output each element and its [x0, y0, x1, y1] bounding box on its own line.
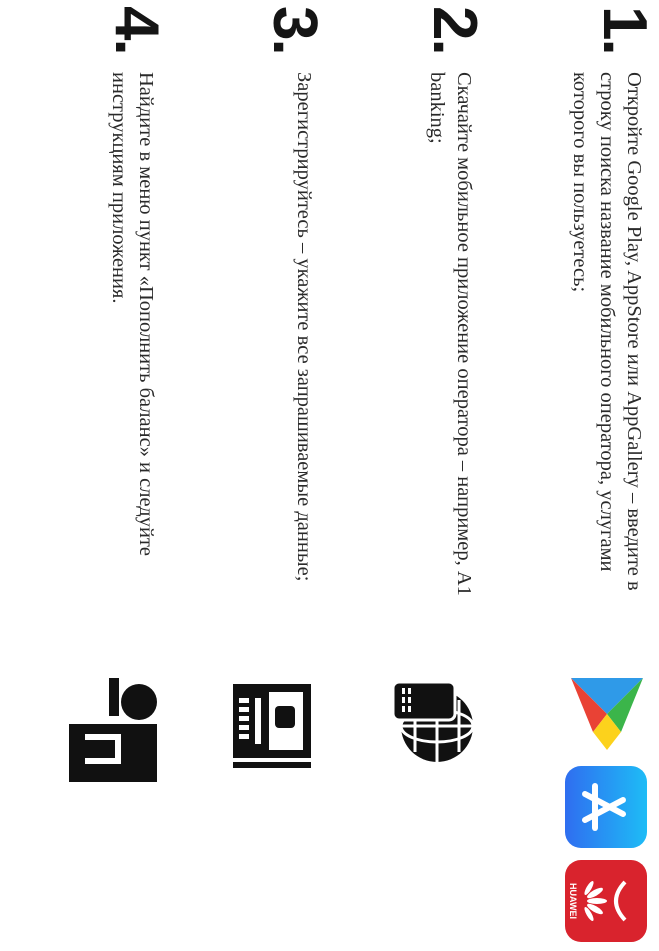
step-text: Скачайте мобильное приложение оператора … [426, 72, 475, 596]
step-icon-wrap [57, 672, 167, 942]
google-play-icon [571, 678, 643, 750]
step-2: 2. Скачайте мобильное приложение операто… [325, 0, 489, 951]
top-up-balance-icon [69, 678, 157, 782]
store-icons: HUAWEI [545, 672, 655, 942]
step-3: 3. Зарегистрируйтесь – укажите все запра… [165, 0, 329, 951]
step-number: 4. [102, 6, 171, 54]
step-icon-wrap [375, 672, 485, 942]
step-text: Зарегистрируйтесь – укажите все запрашив… [293, 72, 315, 582]
step-1: 1. Откройте Google Play, AppStore или Ap… [495, 0, 659, 951]
registration-form-icon [233, 684, 311, 768]
step-number: 1. [590, 6, 659, 54]
step-text: Откройте Google Play, AppStore или AppGa… [569, 72, 645, 591]
huawei-appgallery-icon: HUAWEI [565, 860, 647, 942]
step-text: Найдите в меню пункт «Пополнить баланс» … [108, 72, 157, 557]
step-number: 3. [260, 6, 329, 54]
app-store-icon [565, 766, 647, 848]
step-icon-wrap [215, 672, 325, 942]
step-number: 2. [420, 6, 489, 54]
step-4: 4. Найдите в меню пункт «Пополнить балан… [7, 0, 171, 951]
huawei-label: HUAWEI [568, 883, 578, 919]
instructions-page: 1. Откройте Google Play, AppStore или Ap… [0, 0, 659, 951]
phone-globe-icon [391, 680, 475, 762]
